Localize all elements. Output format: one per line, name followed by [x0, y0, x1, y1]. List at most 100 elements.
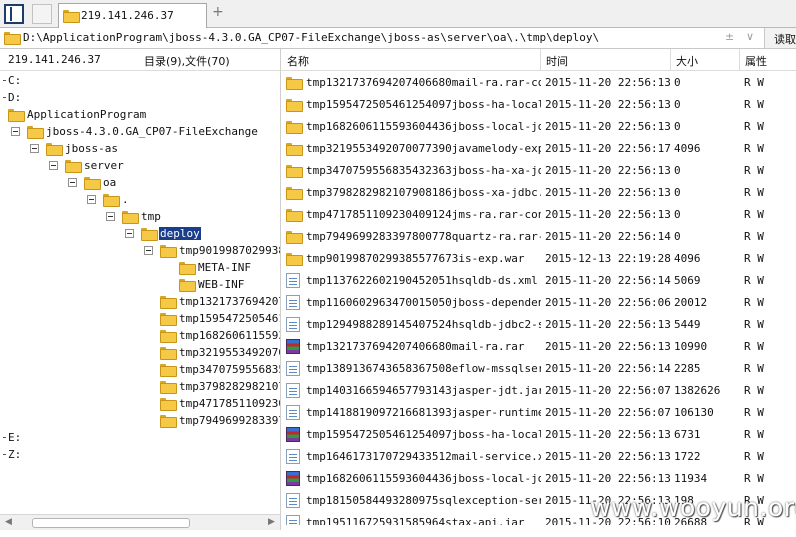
file-size: 4096 — [674, 142, 701, 155]
dir-file-counts: 目录(9),文件(70) — [144, 55, 230, 68]
file-size: 0 — [674, 208, 681, 221]
document-icon — [286, 383, 300, 398]
file-attr: R W — [744, 450, 764, 463]
file-row[interactable]: tmp1682606115593604436jboss-local-jd... 2… — [281, 467, 796, 489]
folder-icon — [160, 296, 177, 309]
folder-icon — [286, 121, 303, 134]
scroll-right-icon[interactable]: ▶ — [268, 517, 275, 527]
file-row[interactable]: tmp1595472505461254097jboss-ha-local... 2… — [281, 423, 796, 445]
column-divider[interactable] — [540, 49, 541, 71]
collapse-icon[interactable] — [68, 178, 77, 187]
file-size: 0 — [674, 76, 681, 89]
folder-icon — [286, 143, 303, 156]
file-row[interactable]: tmp1595472505461254097jboss-ha-local... 2… — [281, 93, 796, 115]
tree-label: jboss-as — [65, 142, 118, 155]
file-attr: R W — [744, 318, 764, 331]
column-divider[interactable] — [670, 49, 671, 71]
column-divider[interactable] — [739, 49, 740, 71]
file-attr: R W — [744, 252, 764, 265]
column-time[interactable]: 时间 — [546, 53, 568, 69]
file-row[interactable]: tmp1646173170729433512mail-service.xml 20… — [281, 445, 796, 467]
scroll-thumb[interactable] — [32, 518, 190, 528]
file-row[interactable]: tmp4717851109230409124jms-ra.rar-con... 2… — [281, 203, 796, 225]
file-name: tmp7949699283397800778quartz-ra.rar-... — [306, 230, 541, 243]
file-row[interactable]: tmp1403166594657793143jasper-jdt.jar 2015… — [281, 379, 796, 401]
read-button[interactable]: 读取 — [764, 28, 796, 48]
file-time: 2015-11-20 22:56:13 — [545, 450, 671, 463]
tree-header: 219.141.246.37 目录(9),文件(70) — [0, 49, 281, 71]
new-tab-placeholder-icon[interactable] — [32, 4, 52, 24]
folder-icon — [8, 109, 25, 122]
column-size[interactable]: 大小 — [676, 53, 698, 69]
collapse-icon[interactable] — [144, 246, 153, 255]
file-size: 1382626 — [674, 384, 721, 397]
tree-label: META-INF — [198, 261, 251, 274]
file-time: 2015-11-20 22:56:13 — [545, 76, 671, 89]
file-time: 2015-11-20 22:56:14 — [545, 362, 671, 375]
file-row[interactable]: tmp1682606115593604436jboss-local-jd... 2… — [281, 115, 796, 137]
file-size: 5449 — [674, 318, 701, 331]
folder-icon — [286, 209, 303, 222]
document-icon — [286, 317, 300, 332]
file-name: tmp4717851109230409124jms-ra.rar-con... — [306, 208, 541, 221]
tree-label: Z: — [8, 448, 22, 461]
chevron-down-icon[interactable]: ∨ — [746, 30, 754, 43]
column-name[interactable]: 名称 — [287, 53, 309, 69]
collapse-icon[interactable] — [49, 161, 58, 170]
folder-icon — [160, 330, 177, 343]
folder-icon — [160, 398, 177, 411]
collapse-icon[interactable] — [30, 144, 39, 153]
tab-host[interactable]: 219.141.246.37 — [58, 3, 207, 28]
tree-line — [3, 97, 6, 98]
address-path-input[interactable]: D:\ApplicationProgram\jboss-4.3.0.GA_CP0… — [23, 31, 599, 44]
column-attr[interactable]: 属性 — [745, 53, 767, 69]
collapse-icon[interactable] — [125, 229, 134, 238]
file-name: tmp1321737694207406680mail-ra.rar-co... — [306, 76, 541, 89]
file-row[interactable]: tmp1321737694207406680mail-ra.rar-co... 2… — [281, 71, 796, 93]
tree-horizontal-scrollbar[interactable]: ◀ ▶ — [0, 514, 281, 530]
file-time: 2015-11-20 22:56:17 — [545, 142, 671, 155]
file-row[interactable]: tmp3798282982107908186jboss-xa-jdbc.... 2… — [281, 181, 796, 203]
scroll-left-icon[interactable]: ◀ — [5, 517, 12, 527]
folder-icon — [46, 143, 63, 156]
address-bar: D:\ApplicationProgram\jboss-4.3.0.GA_CP0… — [0, 28, 796, 49]
collapse-icon[interactable] — [87, 195, 96, 204]
file-row[interactable]: tmp3219553492070077390javamelody-exp... 2… — [281, 137, 796, 159]
plus-minus-icon[interactable]: ± — [725, 30, 734, 43]
file-name: tmp3470759556835432363jboss-ha-xa-jd... — [306, 164, 541, 177]
folder-icon — [160, 381, 177, 394]
archive-icon — [286, 339, 300, 354]
file-row[interactable]: tmp1389136743658367508eflow-mssqlser... 2… — [281, 357, 796, 379]
tree-label: WEB-INF — [198, 278, 245, 291]
tree-label: tmp79496992833978 — [179, 414, 281, 427]
file-row[interactable]: tmp1137622602190452051hsqldb-ds.xml 2015-… — [281, 269, 796, 291]
file-name: tmp195116725931585964stax-api.jar — [306, 516, 525, 525]
file-name: tmp1294988289145407524hsqldb-jdbc2-s... — [306, 318, 541, 331]
file-row[interactable]: tmp1294988289145407524hsqldb-jdbc2-s... 2… — [281, 313, 796, 335]
file-size: 6731 — [674, 428, 701, 441]
file-time: 2015-11-20 22:56:13 — [545, 208, 671, 221]
folder-icon — [160, 347, 177, 360]
file-row[interactable]: tmp90199870299385577673is-exp.war 2015-12… — [281, 247, 796, 269]
folder-icon — [160, 245, 177, 258]
file-row[interactable]: tmp3470759556835432363jboss-ha-xa-jd... 2… — [281, 159, 796, 181]
file-name: tmp1646173170729433512mail-service.xml — [306, 450, 541, 463]
file-row[interactable]: tmp1321737694207406680mail-ra.rar 2015-11… — [281, 335, 796, 357]
tree-label-selected: deploy — [159, 227, 201, 240]
panel-toggle-icon[interactable] — [4, 4, 24, 24]
collapse-icon[interactable] — [11, 127, 20, 136]
file-time: 2015-11-20 22:56:13 — [545, 428, 671, 441]
file-size: 2285 — [674, 362, 701, 375]
add-tab-button[interactable]: + — [212, 4, 224, 20]
collapse-icon[interactable] — [106, 212, 115, 221]
file-row[interactable]: tmp1418819097216681393jasper-runtime... 2… — [281, 401, 796, 423]
file-time: 2015-11-20 22:56:14 — [545, 274, 671, 287]
file-row[interactable]: tmp7949699283397800778quartz-ra.rar-... 2… — [281, 225, 796, 247]
file-list-header: 名称 时间 大小 属性 — [281, 49, 796, 71]
file-attr: R W — [744, 120, 764, 133]
file-row[interactable]: tmp1160602963470015050jboss-dependen... 2… — [281, 291, 796, 313]
file-attr: R W — [744, 296, 764, 309]
file-attr: R W — [744, 384, 764, 397]
folder-icon — [179, 279, 196, 292]
file-size: 0 — [674, 186, 681, 199]
